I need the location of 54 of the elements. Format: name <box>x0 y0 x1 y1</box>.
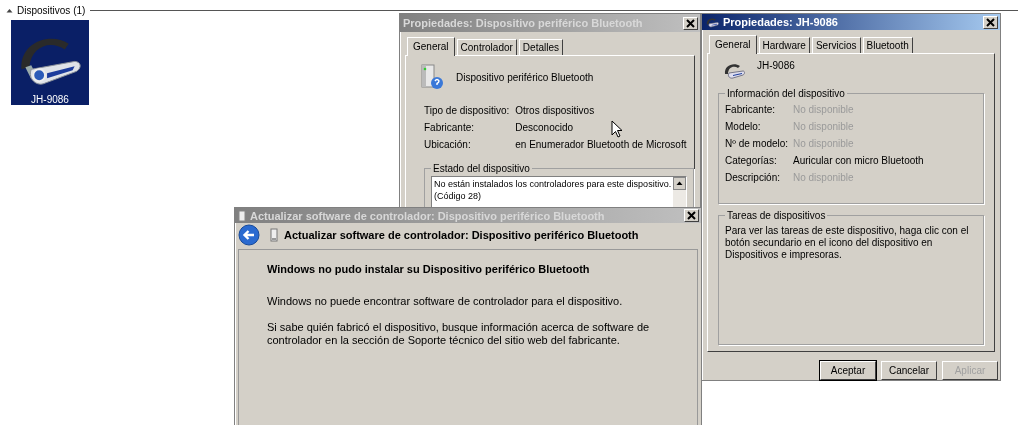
wizard-title: Actualizar software de controlador: Dispositivo periférico Bluetooth <box>284 229 639 241</box>
headset-icon <box>705 16 719 28</box>
window-title: Propiedades: JH-9086 <box>723 16 839 28</box>
info-label: Categorías: <box>725 154 777 167</box>
device-name: JH-9086 <box>757 60 795 71</box>
collapse-arrow-icon[interactable] <box>6 7 13 13</box>
error-heading: Windows no pudo instalar su Dispositivo periférico Bluetooth <box>267 263 591 275</box>
section-title: Dispositivos (1) <box>17 4 86 16</box>
device-tile[interactable]: JH-9086 <box>11 20 89 105</box>
device-icon <box>270 228 278 242</box>
close-button[interactable] <box>684 209 699 222</box>
dialog-button[interactable]: Aceptar <box>820 361 876 380</box>
close-icon <box>684 16 697 30</box>
property-label: Tipo de dispositivo: <box>424 104 510 117</box>
dialog-button[interactable]: Cancelar <box>881 361 937 380</box>
tab[interactable]: Detalles <box>518 39 563 55</box>
close-icon <box>984 15 997 29</box>
message-text: Si sabe quién fabricó el dispositivo, busque información acerca de software de controlador en la sección de Soporte técnico del sitio web del fabricante. <box>267 321 651 347</box>
group-title: Estado del dispositivo <box>432 163 531 174</box>
property-label: Fabricante: <box>424 121 475 134</box>
property-value: en Enumerador Bluetooth de Microsoft <box>515 138 687 151</box>
status-text: (Código 28) <box>434 190 482 202</box>
close-button[interactable] <box>983 15 998 29</box>
tab[interactable]: Hardware <box>758 37 810 53</box>
info-value: No disponible <box>793 137 854 150</box>
unknown-device-icon <box>418 63 446 91</box>
tab[interactable]: General <box>407 37 455 56</box>
tab[interactable]: Controlador <box>456 39 517 55</box>
tab[interactable]: Servicios <box>811 37 861 53</box>
tab[interactable]: General <box>709 35 757 54</box>
info-label: Descripción: <box>725 171 781 184</box>
tab[interactable]: Bluetooth <box>862 37 913 53</box>
mouse-pointer-icon <box>611 120 623 138</box>
property-label: Ubicación: <box>424 138 471 151</box>
close-icon <box>685 209 698 222</box>
group-title: Información del dispositivo <box>726 88 846 99</box>
info-label: Modelo: <box>725 120 761 133</box>
scroll-up-icon[interactable] <box>673 177 687 190</box>
group-title: Tareas de dispositivos <box>726 210 827 221</box>
property-value: Otros dispositivos <box>515 104 595 117</box>
info-value: No disponible <box>793 120 854 133</box>
close-button[interactable] <box>683 16 698 30</box>
device-name: Dispositivo periférico Bluetooth <box>456 71 594 83</box>
info-label: Fabricante: <box>725 103 776 116</box>
info-value: Auricular con micro Bluetooth <box>793 154 924 167</box>
tasks-text: Para ver las tareas de este dispositivo, haga clic con el botón secundario en el icono del dispositivo en Dispositivos e impresoras. <box>725 225 970 261</box>
status-text: No están instalados los controladores para este dispositivo. <box>434 178 672 190</box>
info-value: No disponible <box>793 103 854 116</box>
property-value: Desconocido <box>515 121 574 134</box>
info-label: Nº de modelo: <box>725 137 789 150</box>
back-button[interactable] <box>238 224 260 246</box>
message-text: Windows no puede encontrar software de controlador para el dispositivo. <box>267 295 624 308</box>
info-value: No disponible <box>793 171 854 184</box>
device-label: JH-9086 <box>31 94 69 105</box>
